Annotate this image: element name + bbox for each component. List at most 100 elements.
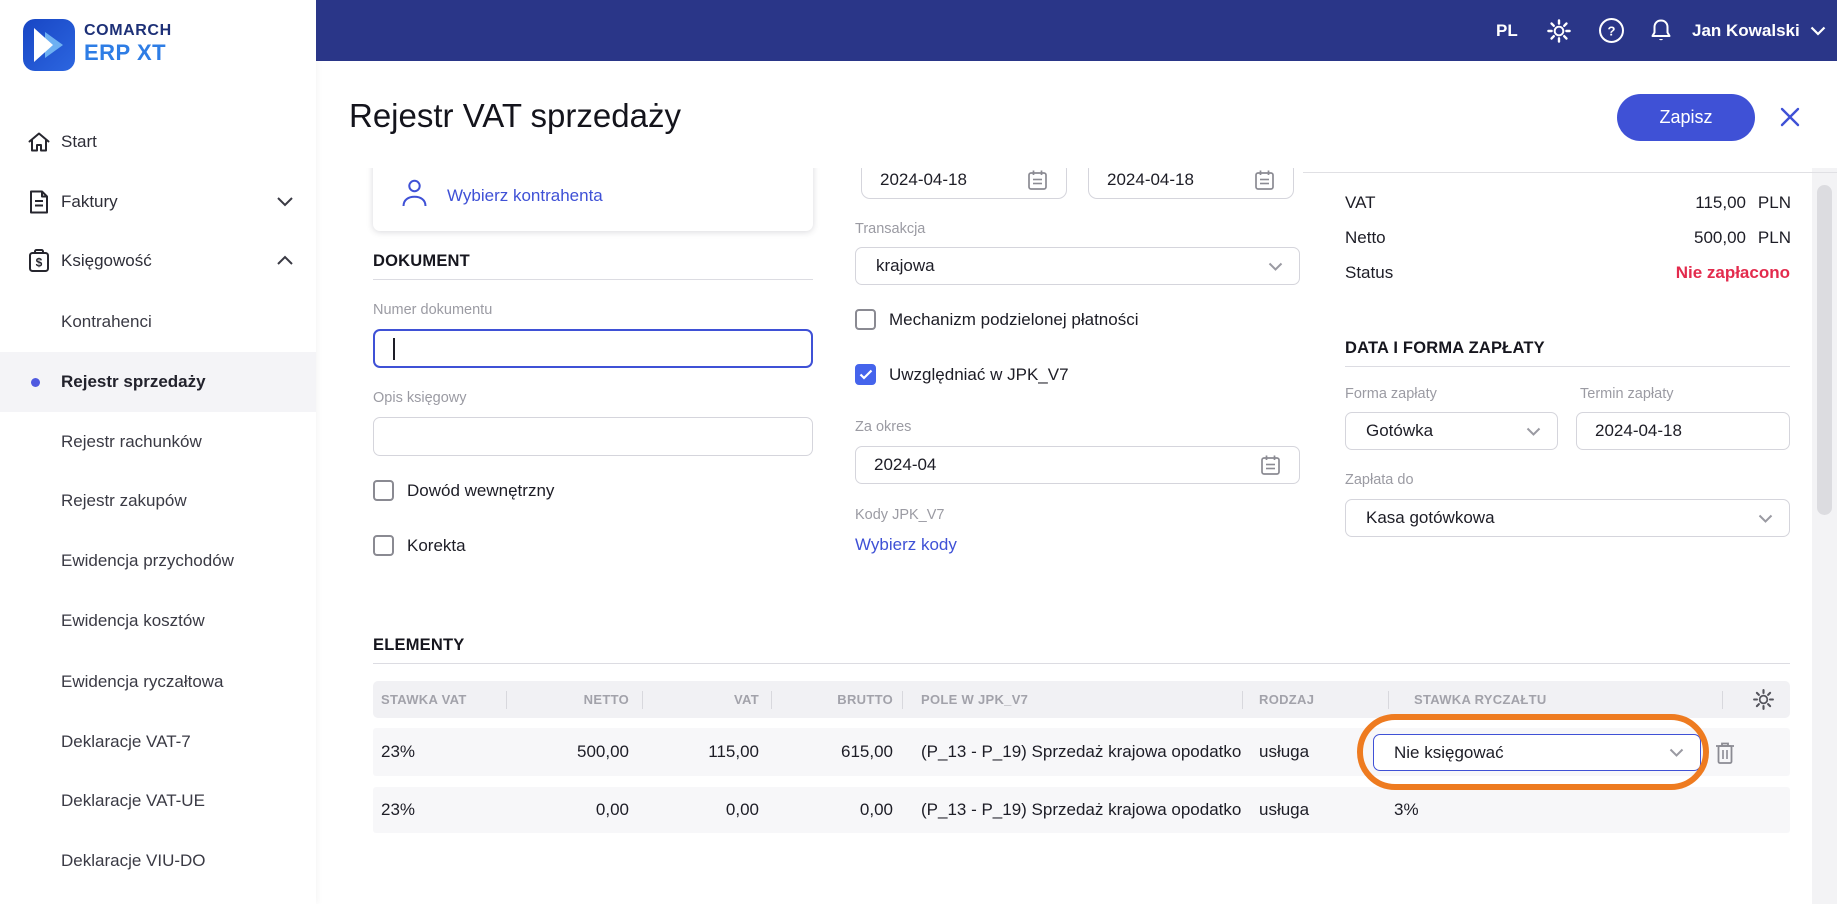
- ryczalt-rate-dropdown[interactable]: Nie księgować: [1373, 734, 1701, 771]
- document-section-title: DOKUMENT: [373, 252, 470, 270]
- col-brutto: BRUTTO: [837, 692, 893, 707]
- sidebar-item-label: Start: [61, 132, 97, 151]
- choose-contractor-link[interactable]: Wybierz kontrahenta: [447, 186, 603, 206]
- table-row[interactable]: 23% 500,00 115,00 615,00 (P_13 - P_19) S…: [373, 728, 1790, 776]
- checkbox-unchecked[interactable]: [373, 535, 394, 556]
- column-separator: [1722, 691, 1723, 709]
- pay-to-value: Kasa gotówkowa: [1366, 508, 1495, 527]
- page-header: Rejestr VAT sprzedaży Zapisz: [316, 61, 1837, 168]
- payment-due-field[interactable]: 2024-04-18: [1576, 412, 1790, 450]
- sidebar-subitem-rejestr-rachunkow[interactable]: Rejestr rachunków: [0, 412, 316, 472]
- column-separator: [902, 691, 903, 709]
- jpk-include-checkbox[interactable]: Uwzględniać w JPK_V7: [855, 364, 1069, 385]
- chevron-down-icon: [1526, 427, 1541, 436]
- sidebar-subitem-deklaracje-vatue[interactable]: Deklaracje VAT-UE: [0, 771, 316, 831]
- sidebar-item-ksiegowosc[interactable]: $ Księgowość: [0, 231, 316, 291]
- document-section-rule: [373, 279, 813, 280]
- sidebar-item-label: Deklaracje VIU-DO: [61, 851, 206, 870]
- split-payment-checkbox[interactable]: Mechanizm podzielonej płatności: [855, 309, 1138, 330]
- sidebar-subitem-rejestr-zakupow[interactable]: Rejestr zakupów: [0, 471, 316, 531]
- summary-top-rule: [1303, 172, 1837, 173]
- home-icon: [26, 129, 52, 155]
- checkbox-unchecked[interactable]: [373, 480, 394, 501]
- col-rodzaj: RODZAJ: [1259, 692, 1315, 707]
- chevron-down-icon: [1669, 748, 1684, 757]
- sidebar: COMARCH ERP XT Start Faktury $ Księgowoś…: [0, 0, 316, 904]
- transaction-dropdown[interactable]: krajowa: [855, 247, 1300, 285]
- user-menu[interactable]: Jan Kowalski: [1692, 0, 1826, 61]
- table-settings-gear-icon[interactable]: [1752, 688, 1775, 711]
- sidebar-subitem-rejestr-sprzedazy[interactable]: Rejestr sprzedaży: [0, 352, 316, 412]
- page-title: Rejestr VAT sprzedaży: [349, 97, 681, 134]
- description-input[interactable]: [373, 417, 813, 456]
- sale-date-value: 2024-04-18: [1107, 169, 1194, 189]
- payment-section-rule: [1345, 366, 1790, 367]
- period-value: 2024-04: [874, 455, 937, 474]
- document-number-input[interactable]: [373, 329, 813, 368]
- top-navigation-bar: PL ? Jan Kowalski: [316, 0, 1837, 61]
- internal-document-checkbox[interactable]: Dowód wewnętrzny: [373, 480, 554, 501]
- sidebar-subitem-ewidencja-przychodow[interactable]: Ewidencja przychodów: [0, 531, 316, 591]
- payment-section-title: DATA I FORMA ZAPŁATY: [1345, 339, 1545, 357]
- sidebar-item-label: Ewidencja przychodów: [61, 551, 234, 570]
- correction-checkbox[interactable]: Korekta: [373, 535, 466, 556]
- sidebar-item-label: Rejestr sprzedaży: [61, 372, 206, 391]
- cell-rodzaj: usługa: [1259, 742, 1310, 761]
- save-button[interactable]: Zapisz: [1617, 94, 1755, 141]
- sidebar-item-label: Deklaracje VAT-7: [61, 732, 191, 751]
- column-separator: [1388, 691, 1389, 709]
- sidebar-subitem-kontrahenci[interactable]: Kontrahenci: [0, 292, 316, 352]
- bell-icon: [1648, 17, 1674, 44]
- help-button[interactable]: ?: [1598, 0, 1625, 61]
- sidebar-item-label: Ewidencja kosztów: [61, 611, 205, 630]
- transaction-label: Transakcja: [855, 221, 926, 237]
- language-selector[interactable]: PL: [1496, 0, 1518, 61]
- checkbox-checked[interactable]: [855, 364, 876, 385]
- col-pole-jpk: POLE W JPK_V7: [921, 692, 1029, 707]
- payment-method-dropdown[interactable]: Gotówka: [1345, 412, 1558, 450]
- sidebar-item-label: Księgowość: [61, 251, 152, 270]
- notifications-button[interactable]: [1648, 0, 1674, 61]
- vat-label: VAT: [1345, 193, 1376, 212]
- calendar-icon[interactable]: [1254, 169, 1275, 191]
- sidebar-subitem-ewidencja-ryczaltowa[interactable]: Ewidencja ryczałtowa: [0, 652, 316, 712]
- period-field[interactable]: 2024-04: [855, 446, 1300, 484]
- pay-to-dropdown[interactable]: Kasa gotówkowa: [1345, 499, 1790, 537]
- chevron-down-icon: [276, 196, 294, 207]
- sidebar-item-faktury[interactable]: Faktury: [0, 172, 316, 232]
- cell-stawka-ryczaltu: 3%: [1394, 800, 1419, 819]
- person-icon: [401, 178, 428, 208]
- calendar-icon[interactable]: [1027, 169, 1048, 191]
- sidebar-item-start[interactable]: Start: [0, 112, 316, 172]
- sidebar-subitem-ewidencja-kosztow[interactable]: Ewidencja kosztów: [0, 591, 316, 651]
- jpk-codes-label: Kody JPK_V7: [855, 507, 945, 523]
- settings-button[interactable]: [1546, 0, 1572, 61]
- brand-product: ERP XT: [84, 40, 167, 65]
- vat-value: 115,00: [1695, 193, 1746, 212]
- delete-row-trash-icon[interactable]: [1713, 740, 1737, 766]
- col-stawka-ryczaltu: STAWKA RYCZAŁTU: [1414, 692, 1547, 707]
- period-label: Za okres: [855, 419, 912, 435]
- cell-brutto: 615,00: [841, 742, 893, 761]
- checkbox-unchecked[interactable]: [855, 309, 876, 330]
- svg-text:$: $: [36, 256, 43, 270]
- calendar-icon[interactable]: [1260, 454, 1281, 476]
- choose-codes-link[interactable]: Wybierz kody: [855, 535, 957, 555]
- description-label: Opis księgowy: [373, 390, 467, 406]
- scrollbar-thumb[interactable]: [1817, 185, 1832, 515]
- ryczalt-rate-value: Nie księgować: [1394, 742, 1504, 762]
- comarch-logo[interactable]: [23, 19, 75, 71]
- table-row[interactable]: 23% 0,00 0,00 0,00 (P_13 - P_19) Sprzeda…: [373, 787, 1790, 833]
- issue-date-value: 2024-04-18: [880, 169, 967, 189]
- split-payment-label: Mechanizm podzielonej płatności: [889, 309, 1139, 329]
- pay-to-label: Zapłata do: [1345, 472, 1414, 488]
- cell-brutto: 0,00: [859, 800, 893, 819]
- payment-due-value: 2024-04-18: [1595, 421, 1682, 440]
- sidebar-subitem-deklaracje-vat7[interactable]: Deklaracje VAT-7: [0, 712, 316, 772]
- transaction-value: krajowa: [876, 256, 935, 275]
- chevron-up-icon: [276, 255, 294, 266]
- close-icon[interactable]: [1778, 105, 1802, 129]
- brand-name: COMARCH: [84, 22, 172, 39]
- svg-text:?: ?: [1608, 24, 1616, 39]
- sidebar-subitem-deklaracje-viudo[interactable]: Deklaracje VIU-DO: [0, 831, 316, 891]
